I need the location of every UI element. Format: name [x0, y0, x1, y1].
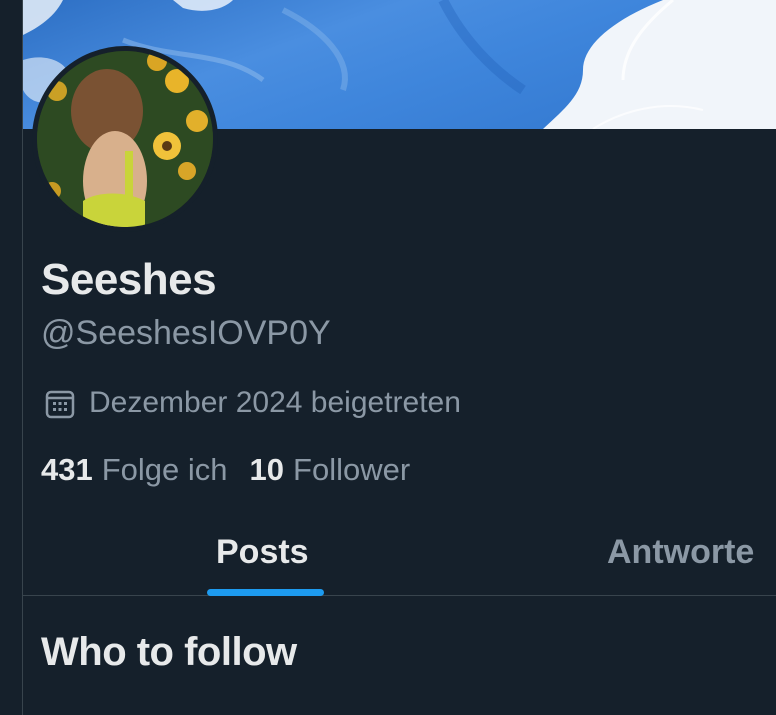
following-label: Folge ich	[101, 452, 228, 487]
following-count: 431	[41, 452, 93, 487]
joined-text: Dezember 2024 beigetreten	[89, 386, 461, 419]
following-link[interactable]: 431 Folge ich	[41, 452, 228, 488]
left-rail	[0, 0, 23, 715]
calendar-icon	[45, 390, 75, 419]
profile-stats: 431 Folge ich 10 Follower	[41, 452, 432, 488]
avatar[interactable]	[32, 46, 218, 232]
active-tab-indicator	[207, 589, 324, 596]
profile-page: Seeshes @SeeshesIOVP0Y Dezember 2024 bei…	[0, 0, 776, 715]
joined-date: Dezember 2024 beigetreten	[45, 386, 461, 420]
tab-replies[interactable]: Antworte	[607, 508, 754, 596]
profile-name: Seeshes	[41, 255, 217, 304]
who-to-follow-heading: Who to follow	[41, 630, 297, 674]
profile-column: Seeshes @SeeshesIOVP0Y Dezember 2024 bei…	[23, 0, 776, 715]
followers-label: Follower	[293, 452, 411, 487]
avatar-image	[37, 51, 213, 227]
profile-handle: @SeeshesIOVP0Y	[41, 314, 331, 352]
followers-link[interactable]: 10 Follower	[250, 452, 411, 488]
followers-count: 10	[249, 452, 285, 487]
profile-tabs: Posts Antworte	[23, 508, 776, 596]
tab-posts[interactable]: Posts	[216, 508, 309, 596]
